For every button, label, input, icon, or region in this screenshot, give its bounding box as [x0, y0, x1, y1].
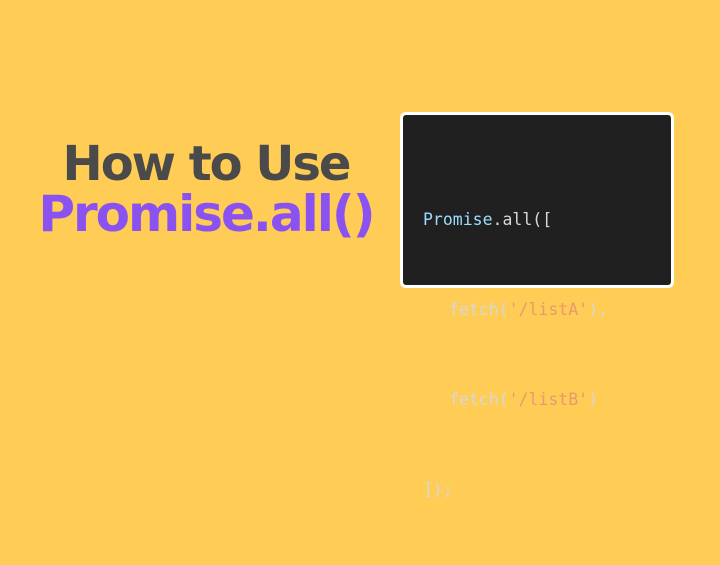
title-block: How to Use Promise.all(): [36, 136, 376, 242]
code-line-4: ]);: [423, 475, 608, 505]
code-card: Promise.all([ fetch('/listA'), fetch('/l…: [400, 112, 674, 499]
code-token-paren-close: ),: [588, 300, 608, 319]
code-token-method: all: [502, 210, 533, 229]
title-line-1: How to Use: [62, 136, 352, 192]
code-line-2: fetch('/listA'),: [423, 295, 608, 325]
code-token-object: Promise: [423, 210, 493, 229]
code-token-open: ([: [532, 210, 553, 229]
code-body: Promise.all([ fetch('/listA'), fetch('/l…: [423, 145, 608, 565]
code-token-paren-open: (: [498, 300, 509, 319]
code-line-1: Promise.all([: [423, 205, 608, 235]
code-token-close: ]);: [423, 480, 453, 499]
code-token-string: '/listA': [508, 300, 589, 319]
code-token-dot: .: [492, 210, 503, 229]
code-token-fn: fetch: [449, 300, 499, 319]
title-line-2: Promise.all(): [38, 185, 375, 243]
code-line-3: fetch('/listB'): [423, 385, 608, 415]
